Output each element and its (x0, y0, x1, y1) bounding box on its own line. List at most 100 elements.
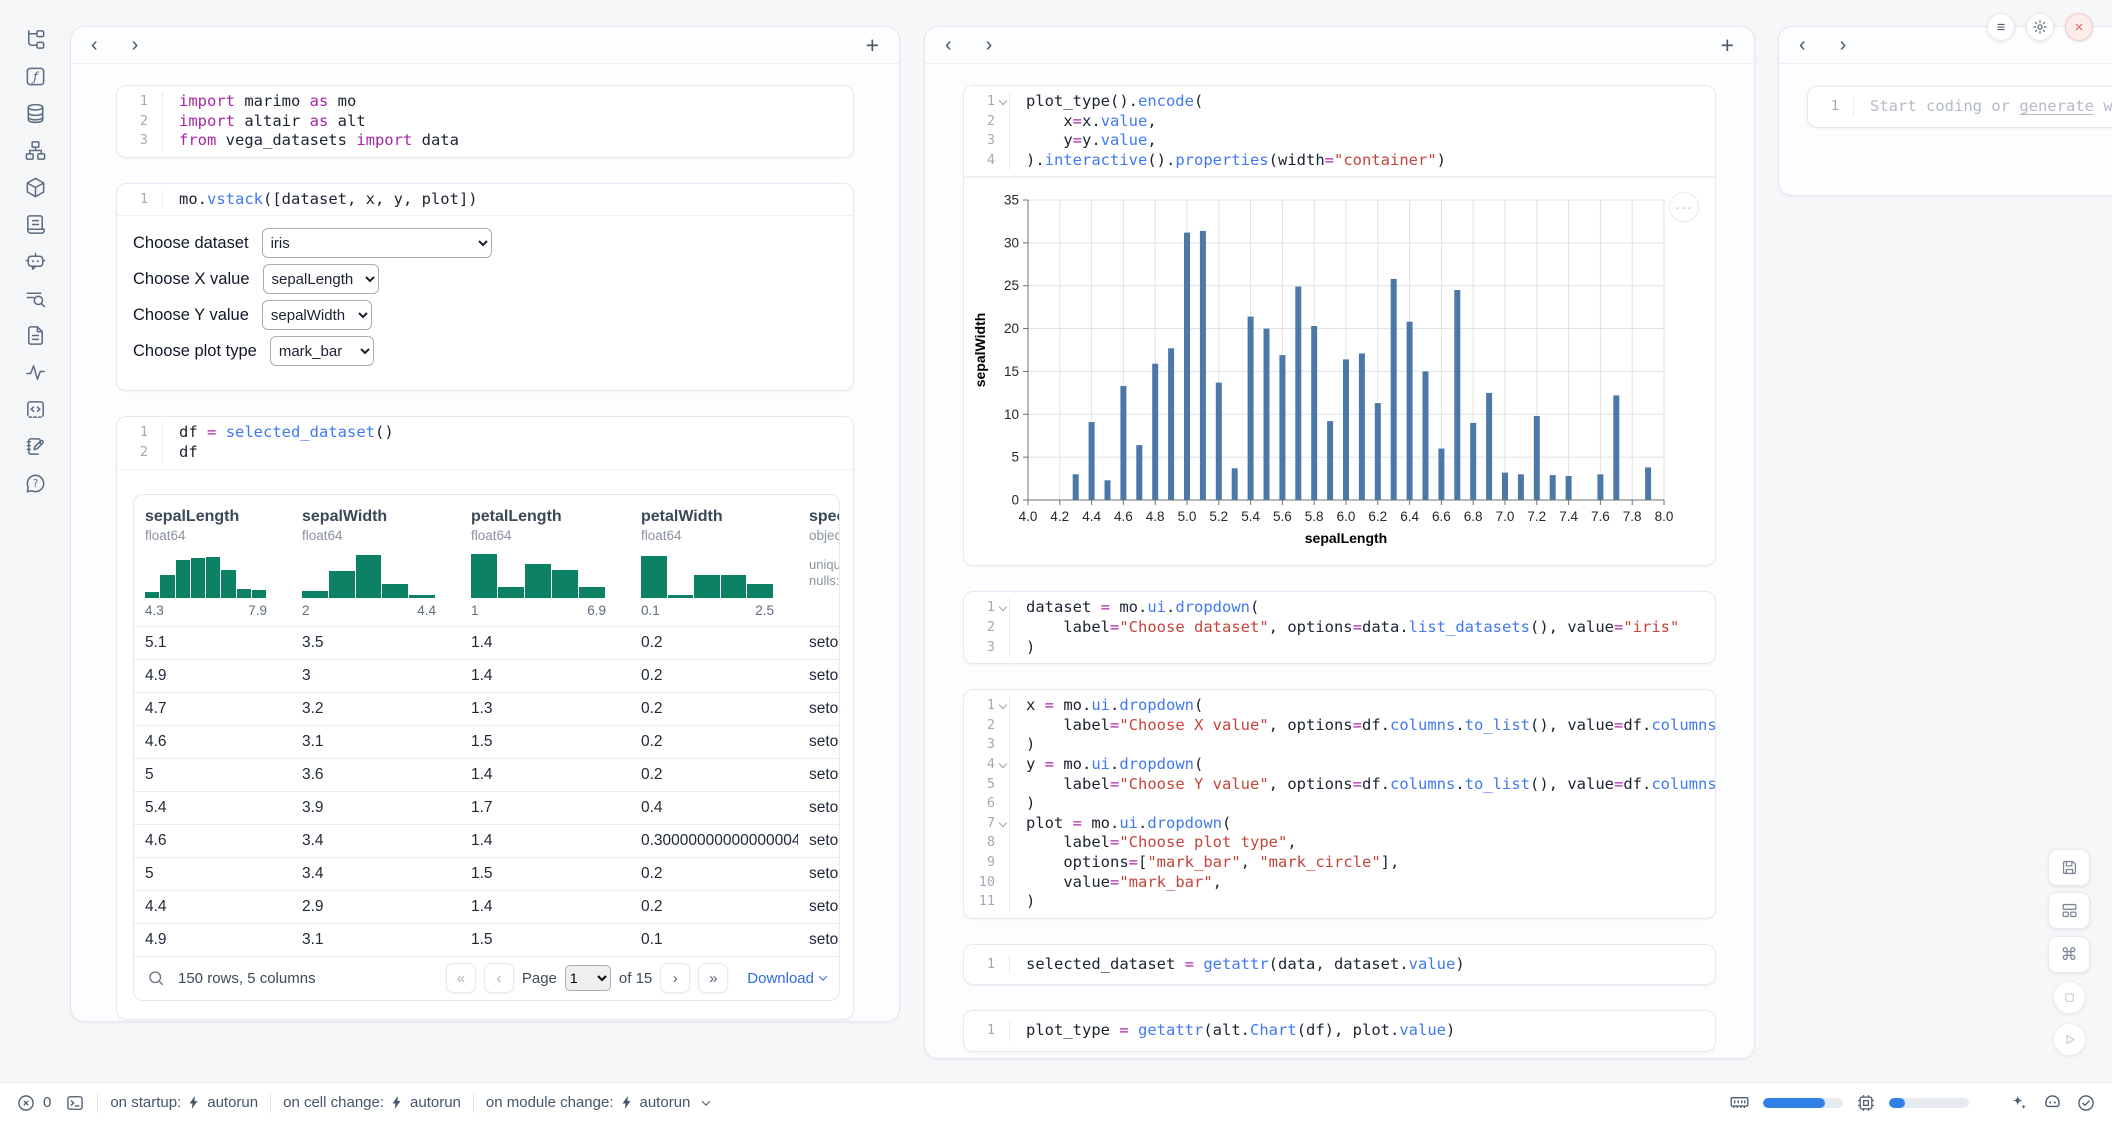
hist-bar (668, 595, 694, 597)
dependency-graph-icon[interactable] (23, 138, 47, 162)
table-row[interactable]: 5.13.51.40.2setosa (134, 626, 839, 659)
code-editor[interactable]: 1plot_type = getattr(alt.Chart(df), plot… (964, 1011, 1715, 1051)
error-indicator[interactable]: 0 (16, 1093, 51, 1113)
code-editor[interactable]: 1234567891011x = mo.ui.dropdown( label="… (964, 690, 1715, 918)
table-row[interactable]: 4.63.41.40.30000000000000004setosa (134, 824, 839, 857)
documentation-icon[interactable] (23, 323, 47, 347)
table-row[interactable]: 4.42.91.40.2setosa (134, 890, 839, 923)
data-sources-icon[interactable] (23, 101, 47, 125)
layout-button[interactable] (2048, 892, 2090, 929)
cell-vstack[interactable]: 1mo.vstack([dataset, x, y, plot]) Choose… (116, 183, 854, 392)
code-line: label="Choose plot type", (1026, 833, 1716, 853)
next-page-button[interactable]: › (660, 963, 690, 993)
hist-bar (409, 595, 435, 597)
chart-output[interactable]: 4.04.24.44.64.85.05.25.45.65.86.06.26.46… (964, 177, 1715, 565)
last-page-button[interactable]: » (698, 963, 728, 993)
close-button[interactable]: × (2065, 13, 2093, 41)
cell-selected-dataset[interactable]: 1selected_dataset = getattr(data, datase… (963, 944, 1716, 986)
keyboard-shortcuts-button[interactable]: ⌘ (2048, 936, 2090, 973)
ai-chat-icon[interactable] (23, 249, 47, 273)
snippets-icon[interactable] (23, 397, 47, 421)
status-bar: 0 on startup: autorun on cell change: au… (0, 1082, 2112, 1122)
table-cell: 1.7 (460, 799, 630, 817)
code-editor[interactable]: 123import marimo as moimport altair as a… (117, 86, 853, 157)
prev-page-button[interactable]: ‹ (484, 963, 514, 993)
collapse-left-icon[interactable]: ‹ (945, 35, 952, 55)
page-select[interactable]: 1 (565, 965, 611, 991)
column-header-petalWidth[interactable]: petalWidth float64 0.12.5 (630, 508, 798, 618)
on-startup-setting[interactable]: on startup: autorun (110, 1094, 258, 1111)
first-page-button[interactable]: « (446, 963, 476, 993)
cell-placeholder[interactable]: Start coding or generate with (1854, 97, 2112, 117)
on-module-change-setting[interactable]: on module change: autorun (486, 1094, 709, 1111)
bar-chart[interactable]: 4.04.24.44.64.85.05.25.45.65.86.06.26.46… (972, 188, 1715, 559)
table-row[interactable]: 4.63.11.50.2setosa (134, 725, 839, 758)
expand-right-icon[interactable]: › (1840, 35, 1847, 55)
table-row[interactable]: 4.73.21.30.2setosa (134, 692, 839, 725)
table-row[interactable]: 53.41.50.2setosa (134, 857, 839, 890)
save-button[interactable] (2048, 849, 2090, 886)
connection-status-button[interactable] (2076, 1093, 2096, 1113)
run-button[interactable] (2053, 1023, 2086, 1056)
row-count-summary: 150 rows, 5 columns (178, 970, 316, 987)
collapse-left-icon[interactable]: ‹ (1799, 35, 1806, 55)
cell-dataset-dropdown[interactable]: 123dataset = mo.ui.dropdown( label="Choo… (963, 591, 1716, 664)
cell-imports[interactable]: 123import marimo as moimport altair as a… (116, 85, 854, 158)
dataset-label: Choose dataset (133, 234, 249, 253)
cell-plot-expression[interactable]: 1234plot_type().encode( x=x.value, y=y.v… (963, 85, 1716, 566)
code-editor[interactable]: 1selected_dataset = getattr(data, datase… (964, 945, 1715, 985)
column-header-species[interactable]: species object unique nulls: (798, 508, 839, 618)
table-cell: 1.4 (460, 832, 630, 850)
table-row[interactable]: 4.931.40.2setosa (134, 659, 839, 692)
cpu-usage-bar (1889, 1098, 1969, 1108)
y-label: Choose Y value (133, 306, 249, 325)
cell-dataframe[interactable]: 12df = selected_dataset()df sepalLength … (116, 416, 854, 1019)
tracing-icon[interactable] (23, 360, 47, 384)
settings-button[interactable] (2026, 13, 2054, 41)
search-icon[interactable] (147, 969, 165, 987)
column-header-sepalLength[interactable]: sepalLength float64 4.37.9 (134, 508, 291, 618)
y-select[interactable]: sepalWidth (262, 300, 372, 330)
check-circle-icon (2076, 1093, 2096, 1113)
table-row[interactable]: 53.61.40.2setosa (134, 758, 839, 791)
hist-bar (329, 571, 355, 598)
code-editor[interactable]: 1mo.vstack([dataset, x, y, plot]) (117, 184, 853, 217)
code-line: label="Choose dataset", options=data.lis… (1026, 618, 1679, 638)
scratchpad-icon[interactable] (23, 434, 47, 458)
ai-sparkle-button[interactable] (2009, 1093, 2029, 1113)
help-icon[interactable]: ? (23, 471, 47, 495)
column-header-sepalWidth[interactable]: sepalWidth float64 24.4 (291, 508, 460, 618)
stop-button[interactable] (2053, 981, 2086, 1014)
code-editor[interactable]: 123dataset = mo.ui.dropdown( label="Choo… (964, 592, 1715, 663)
add-cell-button[interactable]: + (866, 32, 879, 59)
cell-xy-plot-dropdowns[interactable]: 1234567891011x = mo.ui.dropdown( label="… (963, 689, 1716, 919)
on-cell-change-setting[interactable]: on cell change: autorun (283, 1094, 461, 1111)
add-cell-button[interactable]: + (1721, 32, 1734, 59)
code-editor[interactable]: 1234plot_type().encode( x=x.value, y=y.v… (964, 86, 1715, 177)
collapse-left-icon[interactable]: ‹ (91, 35, 98, 55)
table-row[interactable]: 5.43.91.70.4setosa (134, 791, 839, 824)
table-row[interactable]: 4.93.11.50.1setosa (134, 923, 839, 956)
code-line: selected_dataset = getattr(data, dataset… (1026, 955, 1465, 975)
plot-type-select[interactable]: mark_bar (270, 336, 374, 366)
dataset-select[interactable]: iris (262, 228, 492, 258)
file-tree-icon[interactable] (23, 27, 47, 51)
lightning-icon (188, 1095, 200, 1110)
code-editor[interactable]: 12df = selected_dataset()df (117, 417, 853, 469)
generate-with-ai-link[interactable]: generate (2019, 97, 2094, 115)
x-select[interactable]: sepalLength (263, 264, 379, 294)
download-button[interactable]: Download (747, 970, 826, 987)
new-empty-cell[interactable]: 1 Start coding or generate with (1807, 86, 2112, 128)
terminal-button[interactable] (65, 1093, 85, 1113)
bar (1375, 403, 1381, 500)
menu-button[interactable]: ≡ (1987, 13, 2015, 41)
copilot-button[interactable] (2042, 1092, 2063, 1113)
expand-right-icon[interactable]: › (132, 35, 139, 55)
column-header-petalLength[interactable]: petalLength float64 16.9 (460, 508, 630, 618)
cell-plot-type[interactable]: 1plot_type = getattr(alt.Chart(df), plot… (963, 1010, 1716, 1052)
expand-right-icon[interactable]: › (986, 35, 993, 55)
functions-icon[interactable]: ƒ (23, 64, 47, 88)
packages-icon[interactable] (23, 175, 47, 199)
table-search-icon[interactable] (23, 286, 47, 310)
logs-icon[interactable] (23, 212, 47, 236)
